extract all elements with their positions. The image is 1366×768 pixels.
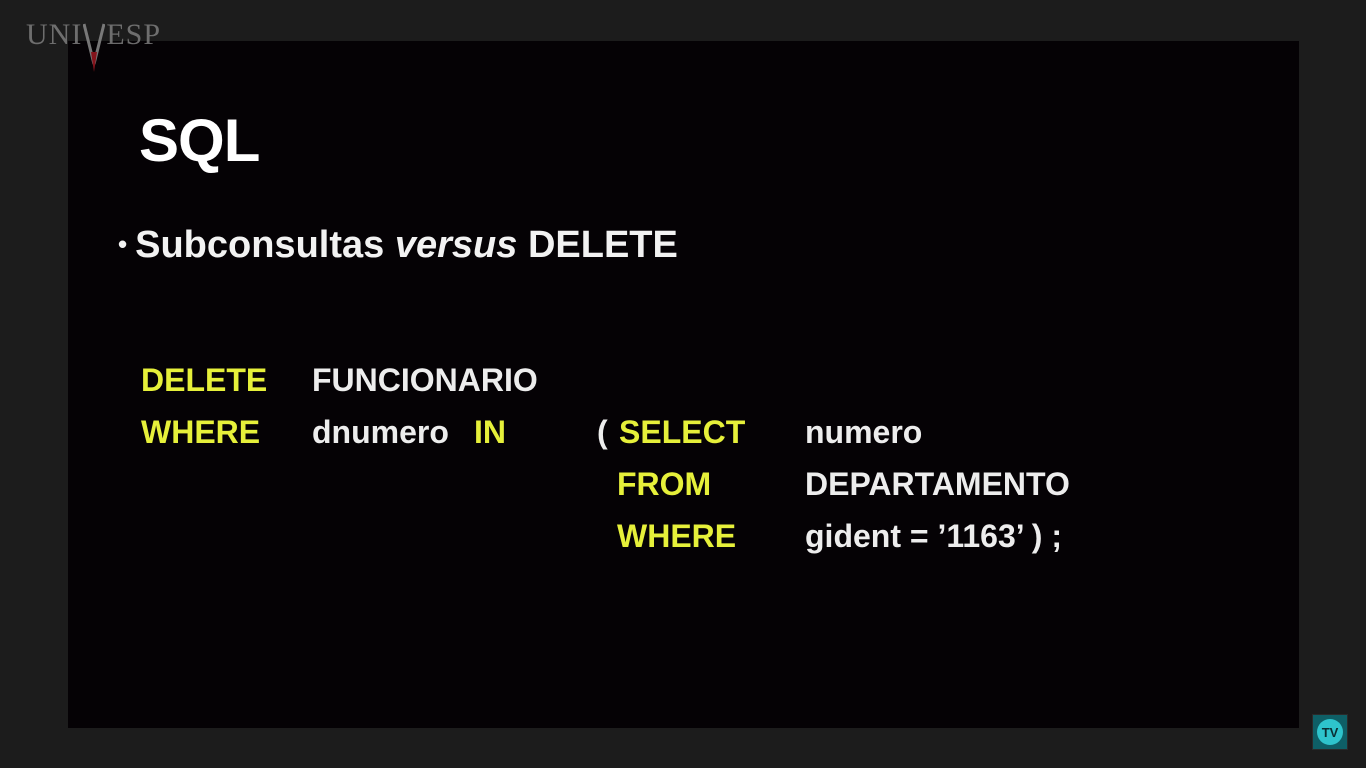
- bullet-dot: •: [118, 229, 128, 259]
- logo-text-left: UNI: [26, 18, 83, 51]
- bullet-text-before: Subconsultas: [135, 224, 385, 266]
- slide-title: SQL: [139, 107, 260, 174]
- univesp-tv-icon: TV: [1312, 714, 1348, 750]
- code-condition-gident: gident = ’1163’ ) ;: [805, 518, 1062, 554]
- bullet-text-after: DELETE: [527, 224, 678, 266]
- code-keyword-subwhere: WHERE: [617, 518, 737, 554]
- logo-text-right: ESP: [106, 18, 162, 51]
- code-keyword-from: FROM: [617, 466, 712, 502]
- code-keyword-delete: DELETE: [141, 362, 268, 398]
- code-table-departamento: DEPARTAMENTO: [805, 466, 1070, 502]
- tv-badge-label: TV: [1317, 719, 1343, 745]
- bullet-item: • Subconsultas versus DELETE: [118, 222, 678, 267]
- code-keyword-select: SELECT: [619, 414, 746, 450]
- code-keyword-where: WHERE: [141, 414, 261, 450]
- univesp-logo: UNI ESP: [26, 16, 161, 72]
- code-column-dnumero: dnumero: [312, 414, 449, 450]
- bullet-text-italic: versus: [394, 224, 518, 266]
- video-frame: UNI ESP SQL • Subconsultas versus DELETE …: [0, 0, 1366, 768]
- code-open-paren: (: [597, 414, 608, 450]
- code-keyword-in: IN: [474, 414, 506, 450]
- code-column-numero: numero: [805, 414, 923, 450]
- univesp-v-icon: [83, 16, 106, 72]
- code-table-name: FUNCIONARIO: [312, 362, 538, 398]
